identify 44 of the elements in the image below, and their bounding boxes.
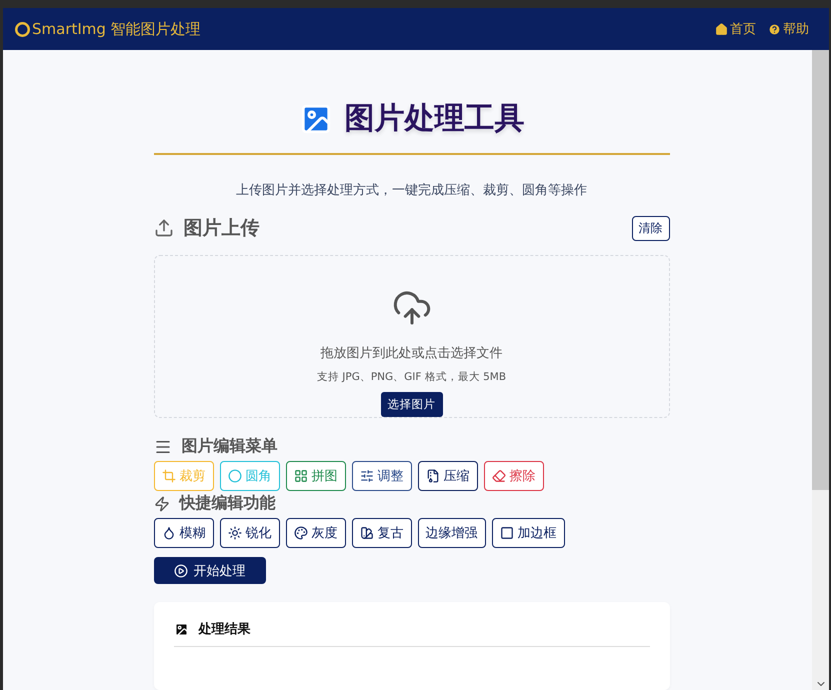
edit-tool-button[interactable]: 擦除 — [484, 461, 544, 491]
swatch-icon — [360, 526, 374, 540]
quick-edit-button[interactable]: 锐化 — [220, 518, 280, 548]
sliders-icon — [360, 469, 374, 483]
page-subtitle: 上传图片并选择处理方式，一键完成压缩、裁剪、圆角等操作 — [235, 182, 588, 199]
help-icon — [768, 22, 781, 36]
droplet-icon — [162, 526, 176, 540]
drop-text: 拖放图片到此处或点击选择文件 — [320, 345, 502, 362]
clear-button[interactable]: 清除 — [632, 216, 670, 240]
lightning-icon — [154, 496, 170, 512]
crop-icon — [162, 469, 176, 483]
start-button[interactable]: 开始处理 — [154, 557, 266, 584]
palette-icon — [294, 526, 308, 540]
grid-icon — [294, 469, 308, 483]
quick-edit-button[interactable]: 模糊 — [154, 518, 214, 548]
section-title: 图片上传 — [184, 216, 260, 241]
edit-tool-button[interactable]: 拼图 — [286, 461, 346, 491]
edit-tool-button[interactable]: 压缩 — [418, 461, 478, 491]
format-hint: 支持 JPG、PNG、GIF 格式，最大 5MB — [316, 370, 506, 384]
help-link[interactable]: 帮助 — [768, 20, 809, 38]
card-title: 处理结果 — [198, 621, 250, 638]
sun-icon — [228, 526, 242, 540]
quick-edit-button[interactable]: 边缘增强 — [418, 518, 486, 548]
play-icon — [174, 564, 188, 578]
page-title: 图片处理工具 — [344, 100, 524, 138]
square-icon — [500, 526, 514, 540]
quick-edit-button[interactable]: 复古 — [352, 518, 412, 548]
logo-icon — [15, 22, 30, 36]
edit-tool-button[interactable]: 调整 — [352, 461, 412, 491]
circle-icon — [228, 469, 242, 483]
quick-edit-button[interactable]: 灰度 — [286, 518, 346, 548]
choose-image-button[interactable]: 选择图片 — [380, 392, 442, 417]
quick-edit-button[interactable]: 加边框 — [492, 518, 564, 548]
eraser-icon — [492, 469, 506, 483]
home-link[interactable]: 首页 — [715, 20, 756, 38]
upload-icon — [154, 218, 174, 238]
image-icon — [174, 622, 188, 637]
file-icon — [426, 469, 440, 483]
section-title: 快捷编辑功能 — [180, 493, 276, 514]
scrollbar[interactable] — [812, 50, 829, 690]
home-icon — [715, 22, 728, 36]
brand-link[interactable]: SmartImg 智能图片处理 — [15, 20, 201, 38]
section-title: 图片编辑菜单 — [182, 436, 278, 457]
drop-zone[interactable]: 拖放图片到此处或点击选择文件 支持 JPG、PNG、GIF 格式，最大 5MB 选择图片 — [154, 255, 670, 418]
